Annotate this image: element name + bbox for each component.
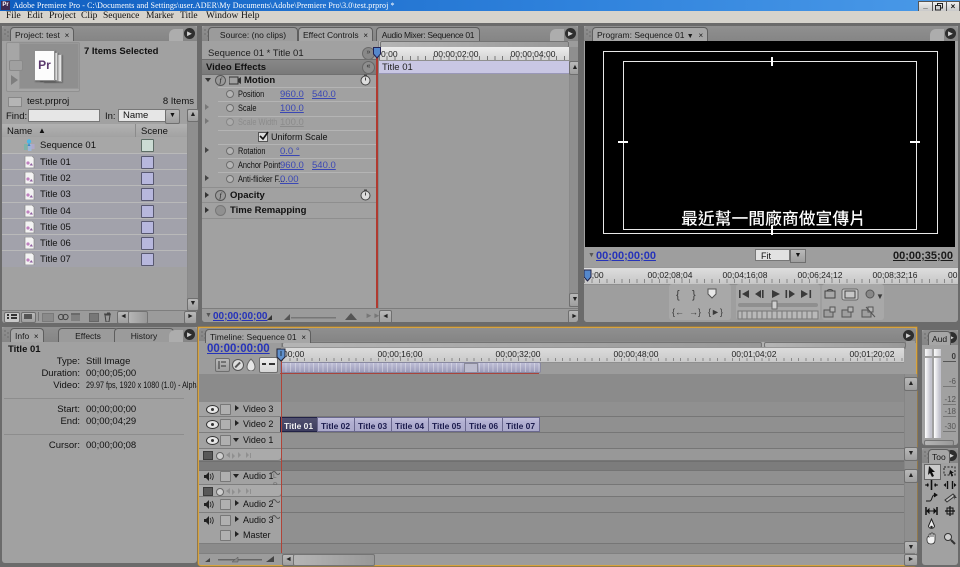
- svg-text:{←: {←: [672, 307, 684, 317]
- svg-text:→}: →}: [689, 307, 701, 317]
- svg-text:}: }: [692, 289, 696, 301]
- svg-text:{►}: {►}: [708, 307, 723, 317]
- svg-text:▼: ▼: [876, 292, 884, 301]
- svg-text:{: {: [676, 289, 680, 301]
